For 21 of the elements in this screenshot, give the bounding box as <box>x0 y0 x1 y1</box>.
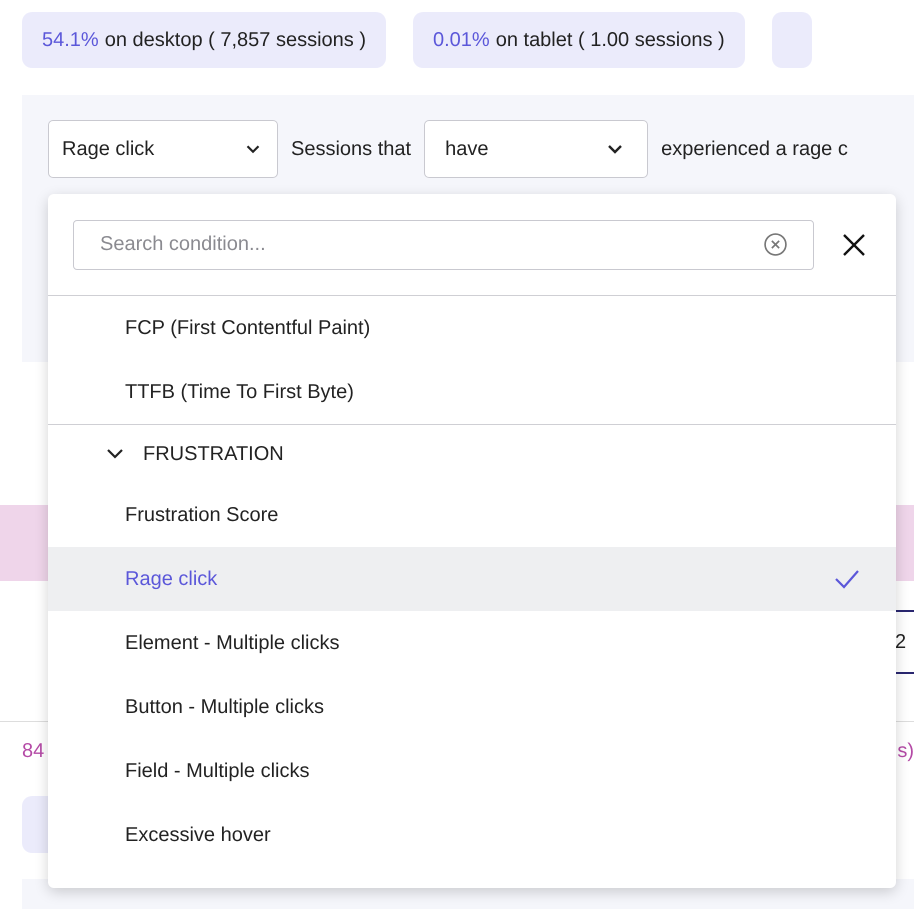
search-field[interactable]: Search condition... <box>73 220 814 270</box>
option-item[interactable]: FCP (First Contentful Paint) <box>48 296 896 360</box>
sessions-label: Sessions that <box>291 137 412 162</box>
stat-value: s) <box>897 739 914 764</box>
option-item[interactable]: Frustration Score <box>48 483 896 547</box>
option-item[interactable]: Button - Multiple clicks <box>48 675 896 739</box>
option-item[interactable]: Field - Multiple clicks <box>48 739 896 803</box>
condition-description: experienced a rage c <box>661 137 848 162</box>
clear-icon[interactable] <box>763 232 788 256</box>
option-item[interactable]: Rage click <box>48 547 896 611</box>
condition-select[interactable]: Rage click <box>48 120 278 178</box>
stat-value: 84 <box>22 739 44 764</box>
option-item[interactable]: Excessive hover <box>48 803 896 867</box>
operator-select[interactable]: have <box>424 120 648 178</box>
device-stat-chip: 0.01% on tablet ( 1.00 sessions ) <box>412 12 745 68</box>
option-item[interactable]: TTFB (Time To First Byte) <box>48 360 896 424</box>
option-item[interactable]: Element - Multiple clicks <box>48 611 896 675</box>
group-header[interactable]: FRUSTRATION <box>48 425 896 483</box>
check-icon <box>834 569 860 589</box>
close-icon[interactable] <box>842 232 866 256</box>
device-stat-chip: 54.1% on desktop ( 7,857 sessions ) <box>22 12 386 68</box>
